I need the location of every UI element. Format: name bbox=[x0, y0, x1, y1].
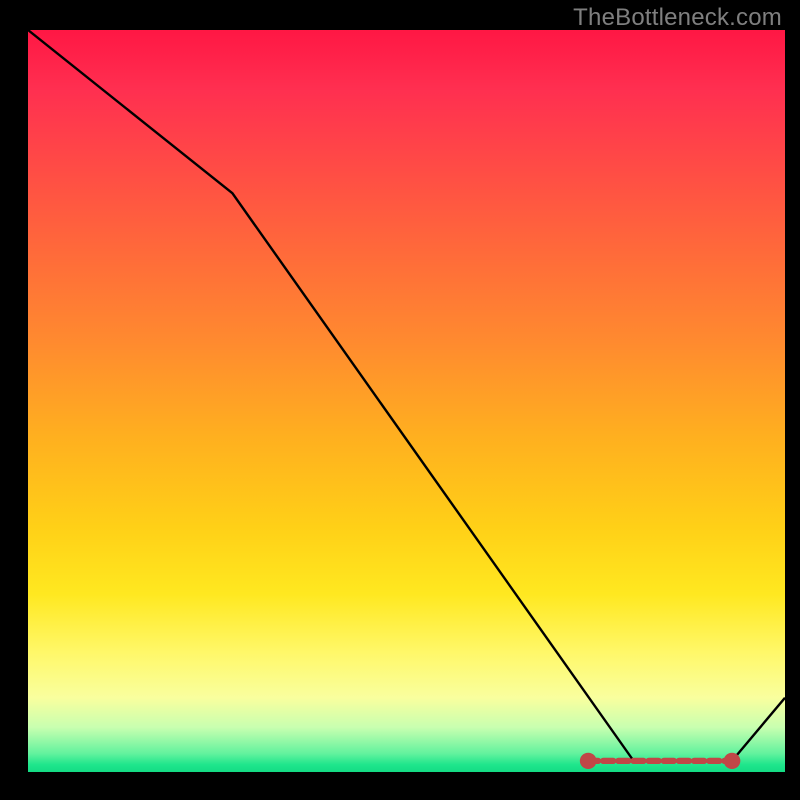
optimal-segment-end-dot bbox=[724, 753, 741, 769]
bottleneck-curve bbox=[28, 30, 785, 761]
optimal-segment-start-dot bbox=[580, 753, 597, 769]
watermark-text: TheBottleneck.com bbox=[573, 4, 782, 32]
chart-overlay bbox=[28, 30, 785, 772]
plot-area bbox=[28, 30, 785, 772]
chart-container: TheBottleneck.com bbox=[0, 0, 800, 800]
